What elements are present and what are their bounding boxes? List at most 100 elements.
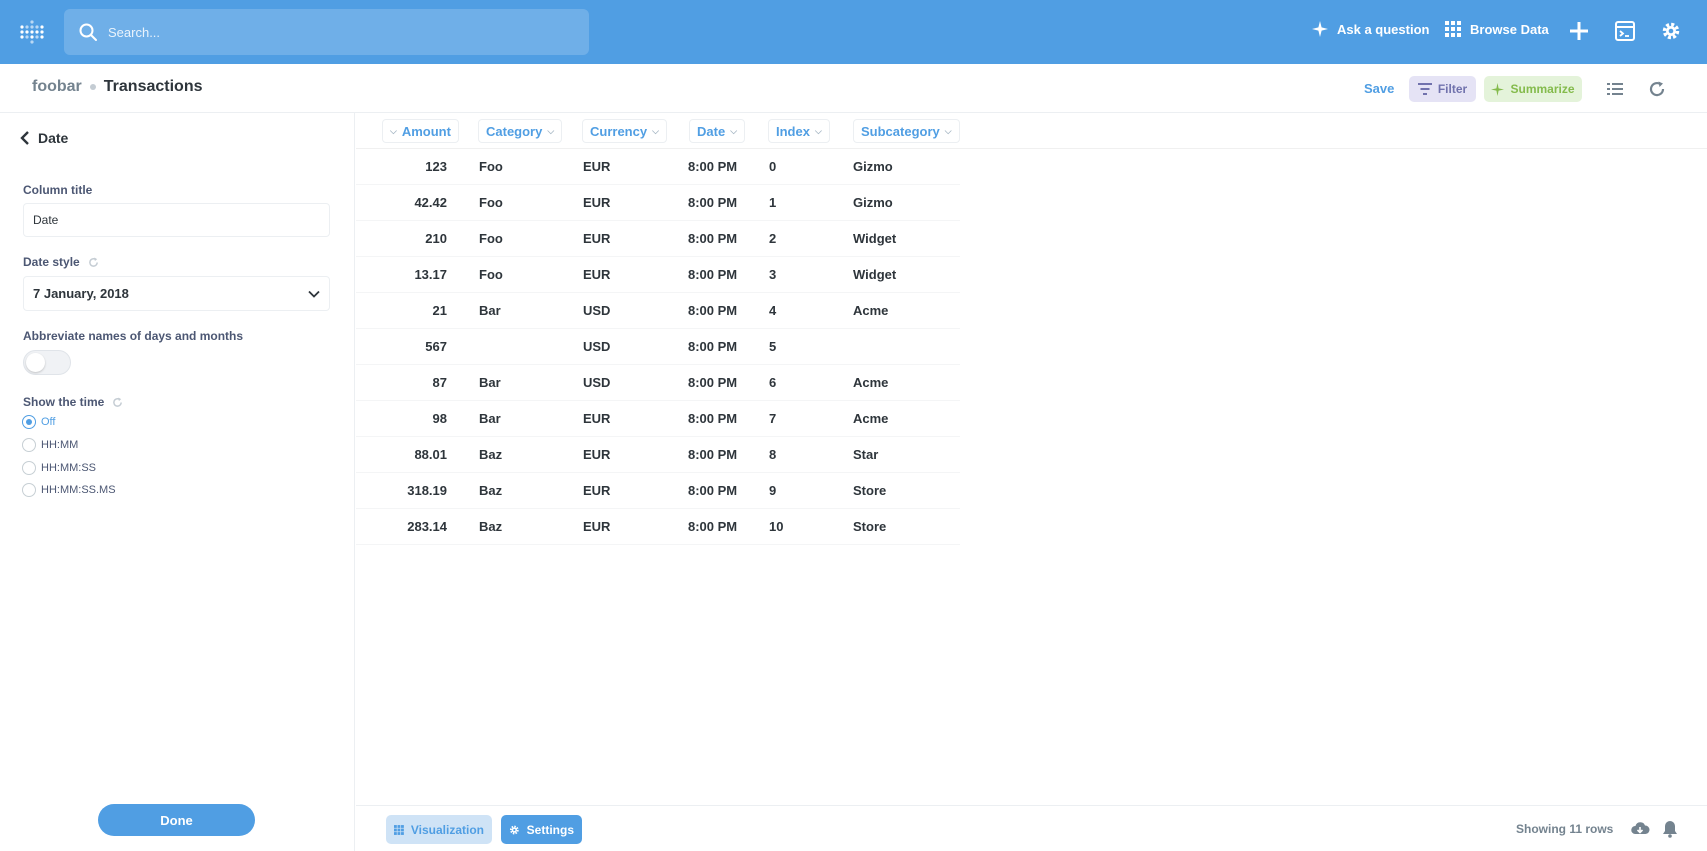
cell-category[interactable]: Bar [479, 303, 501, 318]
cell-category[interactable]: Foo [479, 159, 503, 174]
cell-index[interactable]: 4 [769, 303, 776, 318]
breadcrumb-database[interactable]: foobar [32, 78, 82, 96]
cell-subcategory[interactable]: Store [853, 519, 886, 534]
cell-date[interactable]: 8:00 PM [688, 159, 737, 174]
cell-date[interactable]: 8:00 PM [688, 375, 737, 390]
cell-date[interactable]: 8:00 PM [688, 231, 737, 246]
time-option-hh-mm-ss-ms[interactable]: HH:MM:SS.MS [22, 483, 116, 497]
cell-currency[interactable]: EUR [583, 447, 610, 462]
search-bar[interactable] [64, 9, 589, 55]
bell-icon[interactable] [1660, 819, 1680, 839]
cell-amount[interactable]: 42.42 [414, 195, 447, 210]
summarize-button[interactable]: Summarize [1484, 76, 1582, 102]
column-header-subcategory[interactable]: Subcategory ⌵ [853, 119, 960, 143]
cell-currency[interactable]: USD [583, 339, 610, 354]
metabase-logo-icon[interactable] [18, 18, 46, 46]
date-style-select[interactable]: 7 January, 2018 [23, 276, 330, 311]
cell-category[interactable]: Baz [479, 447, 502, 462]
cell-subcategory[interactable]: Star [853, 447, 878, 462]
cell-subcategory[interactable]: Acme [853, 303, 888, 318]
cell-amount[interactable]: 567 [425, 339, 447, 354]
cell-index[interactable]: 7 [769, 411, 776, 426]
cell-category[interactable]: Foo [479, 195, 503, 210]
cell-currency[interactable]: USD [583, 375, 610, 390]
visualization-button[interactable]: Visualization [386, 815, 492, 844]
cell-category[interactable]: Baz [479, 519, 502, 534]
cell-date[interactable]: 8:00 PM [688, 519, 737, 534]
cell-index[interactable]: 1 [769, 195, 776, 210]
abbreviate-toggle[interactable] [23, 350, 71, 375]
column-header-date[interactable]: Date ⌵ [689, 119, 746, 143]
cell-currency[interactable]: EUR [583, 195, 610, 210]
cell-currency[interactable]: USD [583, 303, 610, 318]
cell-amount[interactable]: 123 [425, 159, 447, 174]
cell-currency[interactable]: EUR [583, 411, 610, 426]
cell-currency[interactable]: EUR [583, 231, 610, 246]
column-header-currency[interactable]: Currency ⌵ [582, 119, 667, 143]
cell-subcategory[interactable]: Acme [853, 411, 888, 426]
cell-index[interactable]: 8 [769, 447, 776, 462]
cell-subcategory[interactable]: Widget [853, 267, 896, 282]
reset-icon[interactable] [88, 256, 99, 268]
cell-category[interactable]: Foo [479, 267, 503, 282]
column-header-index[interactable]: Index ⌵ [768, 119, 830, 143]
done-button[interactable]: Done [98, 804, 255, 836]
cell-date[interactable]: 8:00 PM [688, 195, 737, 210]
column-header-amount[interactable]: ⌵ Amount [382, 119, 459, 143]
cell-date[interactable]: 8:00 PM [688, 303, 737, 318]
cell-amount[interactable]: 98 [433, 411, 447, 426]
cell-category[interactable]: Foo [479, 231, 503, 246]
cell-category[interactable]: Baz [479, 483, 502, 498]
filter-button[interactable]: Filter [1409, 76, 1476, 102]
refresh-icon[interactable] [1648, 80, 1666, 98]
cell-date[interactable]: 8:00 PM [688, 483, 737, 498]
save-button[interactable]: Save [1364, 81, 1394, 96]
cell-subcategory[interactable]: Gizmo [853, 159, 893, 174]
cell-index[interactable]: 9 [769, 483, 776, 498]
cell-amount[interactable]: 13.17 [414, 267, 447, 282]
cell-amount[interactable]: 283.14 [407, 519, 447, 534]
cell-date[interactable]: 8:00 PM [688, 267, 737, 282]
cell-currency[interactable]: EUR [583, 483, 610, 498]
browse-data-button[interactable]: Browse Data [1444, 20, 1549, 38]
cell-amount[interactable]: 21 [433, 303, 447, 318]
gear-icon[interactable] [1660, 20, 1682, 42]
reset-icon[interactable] [112, 396, 123, 408]
cell-category[interactable]: Bar [479, 375, 501, 390]
plus-icon[interactable] [1568, 20, 1590, 42]
cell-currency[interactable]: EUR [583, 519, 610, 534]
ask-question-button[interactable]: Ask a question [1311, 20, 1429, 38]
list-icon[interactable] [1606, 80, 1624, 98]
cell-index[interactable]: 0 [769, 159, 776, 174]
time-option-hh-mm[interactable]: HH:MM [22, 438, 78, 452]
cell-amount[interactable]: 318.19 [407, 483, 447, 498]
back-button[interactable]: Date [20, 130, 68, 146]
cell-amount[interactable]: 87 [433, 375, 447, 390]
cell-index[interactable]: 5 [769, 339, 776, 354]
column-header-category[interactable]: Category ⌵ [478, 119, 563, 143]
breadcrumb-table[interactable]: Transactions [104, 78, 203, 96]
cell-currency[interactable]: EUR [583, 267, 610, 282]
cell-index[interactable]: 10 [769, 519, 783, 534]
cell-index[interactable]: 2 [769, 231, 776, 246]
cell-index[interactable]: 6 [769, 375, 776, 390]
column-title-input[interactable] [23, 203, 330, 237]
search-input[interactable] [108, 24, 548, 40]
cell-subcategory[interactable]: Widget [853, 231, 896, 246]
cell-subcategory[interactable]: Gizmo [853, 195, 893, 210]
settings-button[interactable]: Settings [501, 815, 582, 844]
cell-amount[interactable]: 88.01 [414, 447, 447, 462]
cell-date[interactable]: 8:00 PM [688, 411, 737, 426]
cell-currency[interactable]: EUR [583, 159, 610, 174]
cell-subcategory[interactable]: Acme [853, 375, 888, 390]
cell-amount[interactable]: 210 [425, 231, 447, 246]
cell-date[interactable]: 8:00 PM [688, 339, 737, 354]
cell-category[interactable]: Bar [479, 411, 501, 426]
cell-date[interactable]: 8:00 PM [688, 447, 737, 462]
time-option-hh-mm-ss[interactable]: HH:MM:SS [22, 461, 96, 475]
sql-editor-icon[interactable] [1614, 20, 1636, 42]
cell-subcategory[interactable]: Store [853, 483, 886, 498]
download-icon[interactable] [1630, 819, 1650, 839]
time-option-off[interactable]: Off [22, 415, 55, 429]
cell-index[interactable]: 3 [769, 267, 776, 282]
